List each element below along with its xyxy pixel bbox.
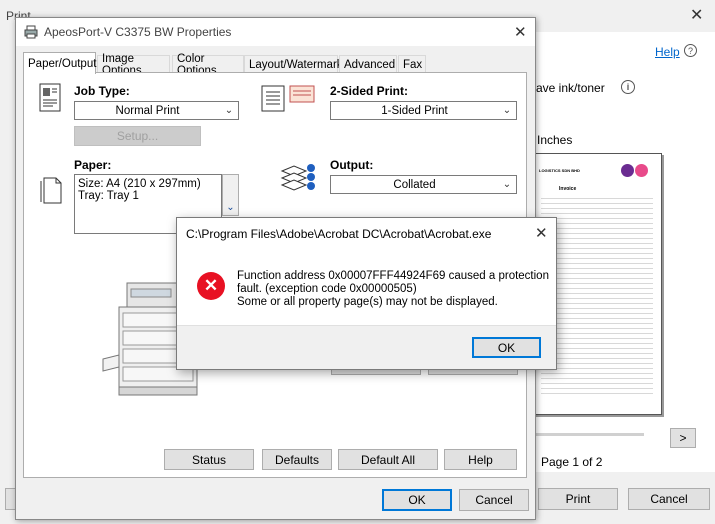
error-close-icon[interactable]: ✕ bbox=[535, 224, 548, 242]
error-icon: ✕ bbox=[197, 272, 225, 300]
error-title: C:\Program Files\Adobe\Acrobat DC\Acroba… bbox=[186, 227, 492, 241]
chevron-down-icon: ⌄ bbox=[502, 105, 512, 116]
error-line-3: Some or all property page(s) may not be … bbox=[237, 296, 498, 308]
tab-image-options[interactable]: Image Options bbox=[97, 53, 170, 77]
output-icon bbox=[280, 161, 316, 198]
preview-logo-2 bbox=[635, 164, 648, 177]
units-label: Inches bbox=[537, 133, 573, 147]
preview-scrollbar[interactable] bbox=[536, 433, 644, 436]
print-button[interactable]: Print bbox=[538, 488, 618, 510]
paper-icon bbox=[39, 175, 63, 208]
setup-button[interactable]: Setup... bbox=[74, 126, 201, 146]
preview-lines bbox=[541, 194, 653, 394]
next-page-button[interactable]: > bbox=[670, 428, 696, 448]
preview-company: LOGISTICS SDN BHD bbox=[539, 168, 580, 173]
preview-logo bbox=[621, 164, 634, 177]
properties-cancel-button[interactable]: Cancel bbox=[459, 489, 529, 511]
chevron-down-icon: ⌄ bbox=[226, 202, 235, 213]
tab-advanced[interactable]: Advanced bbox=[339, 55, 397, 73]
paper-tray: Tray: Tray 1 bbox=[78, 190, 139, 202]
error-ok-button[interactable]: OK bbox=[472, 337, 541, 358]
error-message: Function address 0x00007FFF44924F69 caus… bbox=[237, 270, 549, 309]
paper-size: Size: A4 (210 x 297mm) bbox=[78, 178, 201, 190]
help-button[interactable]: Help bbox=[444, 449, 517, 470]
properties-close-icon[interactable]: ✕ bbox=[514, 23, 527, 41]
help-circle-icon[interactable]: ? bbox=[684, 44, 697, 57]
print-window-close-icon[interactable]: ✕ bbox=[690, 5, 703, 25]
job-type-select[interactable]: Normal Print ⌄ bbox=[74, 101, 239, 120]
page-indicator: Page 1 of 2 bbox=[541, 455, 603, 469]
properties-ok-button[interactable]: OK bbox=[382, 489, 452, 511]
print-cancel-button[interactable]: Cancel bbox=[628, 488, 710, 510]
chevron-down-icon: ⌄ bbox=[502, 179, 512, 190]
job-type-value: Normal Print bbox=[115, 104, 180, 117]
save-ink-label: ave ink/toner bbox=[536, 81, 605, 95]
paper-label: Paper: bbox=[74, 158, 112, 172]
tab-layout-watermark[interactable]: Layout/Watermark bbox=[244, 55, 343, 73]
preview-heading: Invoice bbox=[559, 186, 577, 192]
chevron-down-icon: ⌄ bbox=[224, 105, 234, 116]
job-type-icon bbox=[39, 83, 63, 116]
tab-fax[interactable]: Fax bbox=[398, 55, 426, 73]
error-line-1: Function address 0x00007FFF44924F69 caus… bbox=[237, 270, 549, 282]
properties-title: ApeosPort-V C3375 BW Properties bbox=[44, 25, 232, 39]
two-sided-select[interactable]: 1-Sided Print ⌄ bbox=[330, 101, 517, 120]
properties-titlebar: ApeosPort-V C3375 BW Properties ✕ bbox=[16, 18, 535, 46]
help-link[interactable]: Help bbox=[655, 45, 680, 59]
default-all-button[interactable]: Default All bbox=[338, 449, 438, 470]
output-label: Output: bbox=[330, 158, 374, 172]
output-value: Collated bbox=[393, 178, 436, 191]
output-select[interactable]: Collated ⌄ bbox=[330, 175, 517, 194]
info-icon[interactable]: i bbox=[621, 80, 635, 94]
job-type-label: Job Type: bbox=[74, 84, 130, 98]
paper-expand-button[interactable]: ⌄ bbox=[222, 174, 239, 216]
error-line-2: fault. (exception code 0x00000505) bbox=[237, 283, 417, 295]
two-sided-value: 1-Sided Print bbox=[381, 104, 448, 117]
two-sided-label: 2-Sided Print: bbox=[330, 84, 409, 98]
printer-icon bbox=[24, 25, 38, 39]
status-button[interactable]: Status bbox=[164, 449, 254, 470]
two-sided-icon bbox=[260, 83, 318, 116]
tab-color-options[interactable]: Color Options bbox=[172, 53, 244, 77]
tab-paper-output[interactable]: Paper/Output bbox=[23, 52, 96, 74]
defaults-button[interactable]: Defaults bbox=[262, 449, 332, 470]
error-dialog: C:\Program Files\Adobe\Acrobat DC\Acroba… bbox=[176, 217, 557, 370]
